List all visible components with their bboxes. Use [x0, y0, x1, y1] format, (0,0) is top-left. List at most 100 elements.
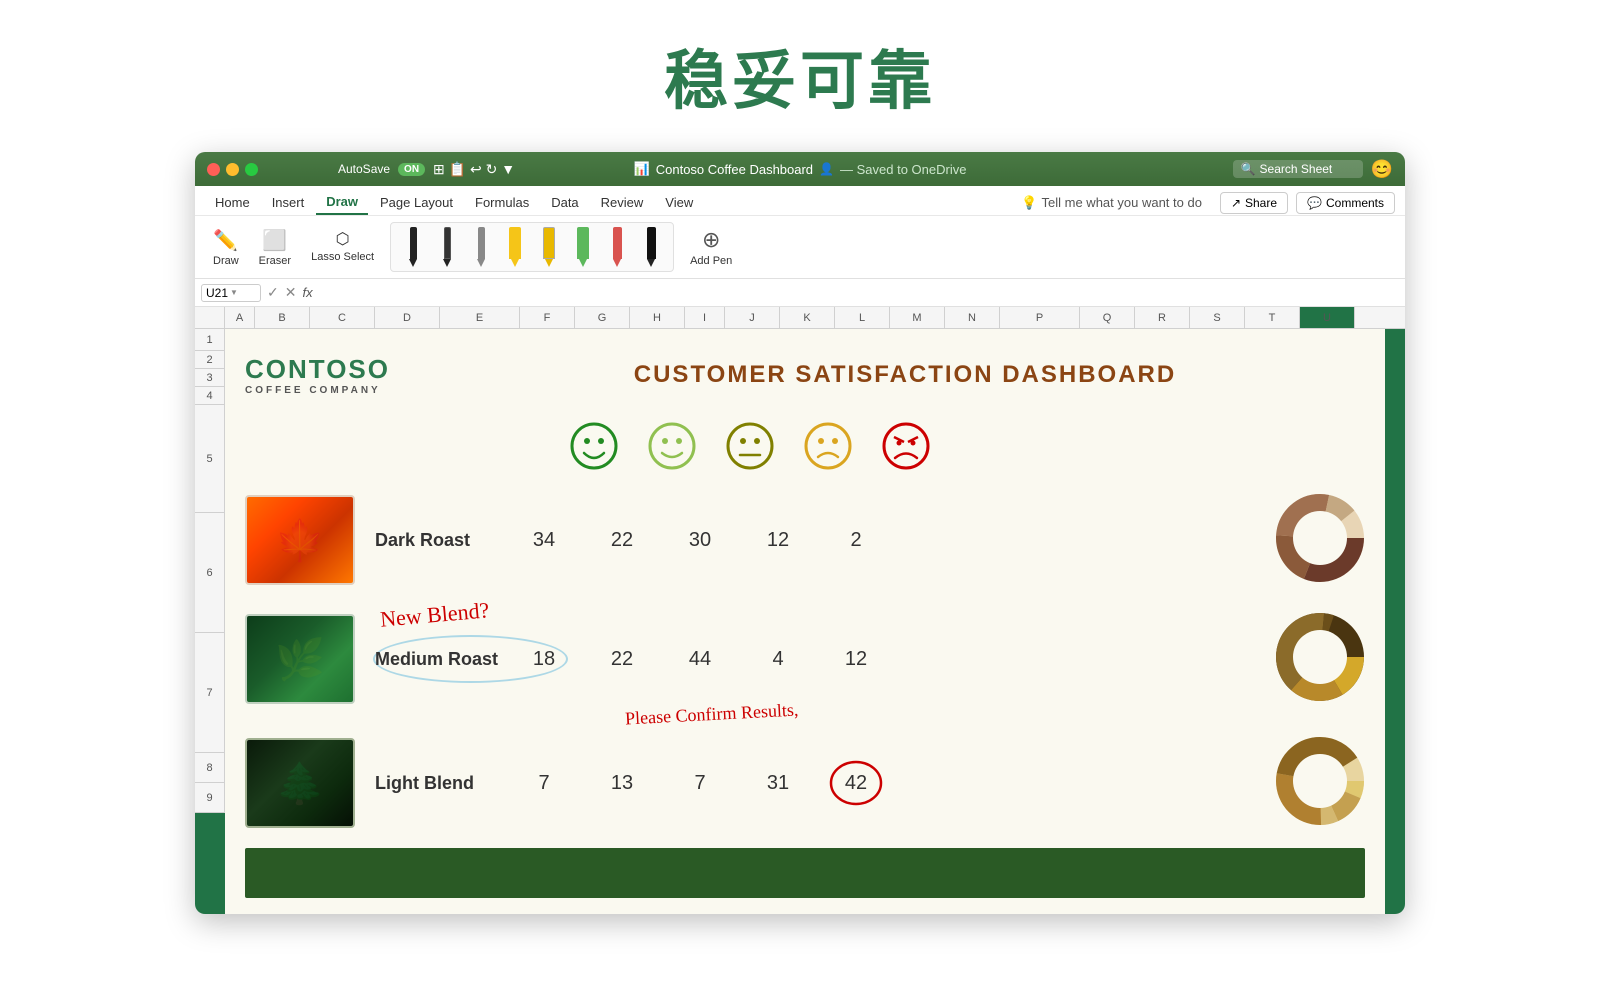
col-header-L[interactable]: L [835, 307, 890, 328]
search-bar[interactable]: 🔍 Search Sheet [1233, 160, 1363, 178]
medium-roast-img-content: 🌿 [247, 616, 353, 702]
col-header-A[interactable]: A [225, 307, 255, 328]
add-pen-button[interactable]: ⊕ Add Pen [682, 223, 740, 271]
face-angry [867, 421, 945, 476]
pen-item-1[interactable] [399, 227, 427, 267]
col-header-T[interactable]: T [1245, 307, 1300, 328]
pen-body-4 [509, 227, 521, 259]
light-blend-score-5: 42 [817, 772, 895, 795]
dropdown-icon[interactable]: ▼ [230, 288, 238, 297]
col-header-J[interactable]: J [725, 307, 780, 328]
col-header-P[interactable]: P [1000, 307, 1080, 328]
menu-item-home[interactable]: Home [205, 191, 260, 214]
menu-item-draw[interactable]: Draw [316, 190, 368, 215]
cancel-icon[interactable]: ✕ [285, 284, 297, 301]
pen-item-2[interactable] [433, 227, 461, 267]
cell-reference[interactable]: U21 ▼ [201, 284, 261, 302]
col-header-S[interactable]: S [1190, 307, 1245, 328]
col-header-H[interactable]: H [630, 307, 685, 328]
pen-tip-3 [477, 259, 485, 267]
medium-roast-score-4: 4 [739, 648, 817, 671]
col-header-C[interactable]: C [310, 307, 375, 328]
medium-roast-image: 🌿 [245, 614, 355, 704]
comments-icon: 💬 [1307, 196, 1322, 210]
medium-roast-score-5: 12 [817, 648, 895, 671]
light-blend-score-3: 7 [661, 772, 739, 795]
light-blend-score-1: 7 [505, 772, 583, 795]
light-blend-scores: 7 13 7 31 42 [505, 772, 895, 795]
pen-item-4[interactable] [501, 227, 529, 267]
light-blend-name: Light Blend [375, 773, 505, 794]
toolbar-icons: ⊞ 📋 ↩ ↻ ▼ [433, 161, 515, 178]
row-nums: 1 2 3 4 5 6 7 8 9 [195, 329, 225, 813]
pen-tip-5 [545, 259, 553, 267]
col-header-M[interactable]: M [890, 307, 945, 328]
pen-body-2 [444, 227, 451, 259]
pen-item-3[interactable] [467, 227, 495, 267]
menu-item-insert[interactable]: Insert [262, 191, 315, 214]
col-header-R[interactable]: R [1135, 307, 1190, 328]
medium-roast-score-2: 22 [583, 648, 661, 671]
col-header-B[interactable]: B [255, 307, 310, 328]
pen-body-8 [647, 227, 656, 259]
menu-item-review[interactable]: Review [591, 191, 654, 214]
row-num-4: 4 [195, 387, 224, 405]
menu-right: ↗ Share 💬 Comments [1220, 192, 1395, 214]
data-row-light-blend: Please Confirm Results, 🌲 Light Blend 7 … [245, 728, 1365, 838]
medium-roast-donut [1275, 612, 1365, 707]
col-header-E[interactable]: E [440, 307, 520, 328]
pen-item-6[interactable] [569, 227, 597, 267]
dark-roast-score-4: 12 [739, 529, 817, 552]
face-neutral [711, 421, 789, 476]
dark-roast-img-content: 🍁 [247, 497, 353, 583]
pen-item-8[interactable] [637, 227, 665, 267]
draw-tool-lasso[interactable]: ⬡ Lasso Select [303, 225, 382, 268]
right-sidebar [1385, 329, 1405, 914]
row-num-8: 8 [195, 753, 224, 783]
light-blend-img-content: 🌲 [247, 740, 353, 826]
menu-item-formulas[interactable]: Formulas [465, 191, 539, 214]
light-blend-score-2: 13 [583, 772, 661, 795]
draw-tool-eraser[interactable]: ⬜ Eraser [251, 224, 299, 271]
pen-tip-7 [613, 259, 621, 267]
maximize-button[interactable] [245, 163, 258, 176]
share-label: Share [1245, 196, 1277, 210]
checkmark-icon[interactable]: ✓ [267, 284, 279, 301]
autosave-toggle[interactable]: ON [398, 163, 425, 176]
menu-item-data[interactable]: Data [541, 191, 588, 214]
col-header-I[interactable]: I [685, 307, 725, 328]
draw-tool-draw[interactable]: ✏️ Draw [205, 224, 247, 271]
close-button[interactable] [207, 163, 220, 176]
col-header-G[interactable]: G [575, 307, 630, 328]
bottom-row [245, 848, 1365, 898]
saved-status: — Saved to OneDrive [840, 162, 966, 177]
col-header-F[interactable]: F [520, 307, 575, 328]
search-placeholder: Search Sheet [1260, 162, 1333, 176]
pen-item-5[interactable] [535, 227, 563, 267]
autosave-section: AutoSave ON ⊞ 📋 ↩ ↻ ▼ [338, 161, 515, 178]
chinese-title: 稳妥可靠 [664, 30, 936, 122]
title-bar: AutoSave ON ⊞ 📋 ↩ ↻ ▼ 📊 Contoso Coffee D… [195, 152, 1405, 186]
row-num-6: 6 [195, 513, 224, 633]
light-blend-donut [1275, 736, 1365, 831]
share-button[interactable]: ↗ Share [1220, 192, 1288, 214]
dark-roast-scores: 34 22 30 12 2 [505, 529, 895, 552]
minimize-button[interactable] [226, 163, 239, 176]
lasso-label: Lasso Select [311, 251, 374, 264]
col-header-U[interactable]: U [1300, 307, 1355, 328]
dashboard-area: CONTOSO COFFEE COMPANY CUSTOMER SATISFAC… [225, 329, 1385, 914]
data-row-medium-roast: New Blend? 🌿 Medium Roast 18 22 44 4 12 [245, 604, 1365, 714]
col-header-K[interactable]: K [780, 307, 835, 328]
menu-item-view[interactable]: View [655, 191, 703, 214]
col-header-Q[interactable]: Q [1080, 307, 1135, 328]
tell-me-section[interactable]: 💡 Tell me what you want to do [1013, 191, 1210, 215]
comments-button[interactable]: 💬 Comments [1296, 192, 1395, 214]
col-header-D[interactable]: D [375, 307, 440, 328]
eraser-label: Eraser [259, 255, 291, 267]
col-header-N[interactable]: N [945, 307, 1000, 328]
formula-input[interactable] [319, 281, 1399, 304]
pen-item-7[interactable] [603, 227, 631, 267]
add-pen-icon: ⊕ [702, 227, 720, 253]
menu-item-pagelayout[interactable]: Page Layout [370, 191, 463, 214]
dark-roast-score-1: 34 [505, 529, 583, 552]
